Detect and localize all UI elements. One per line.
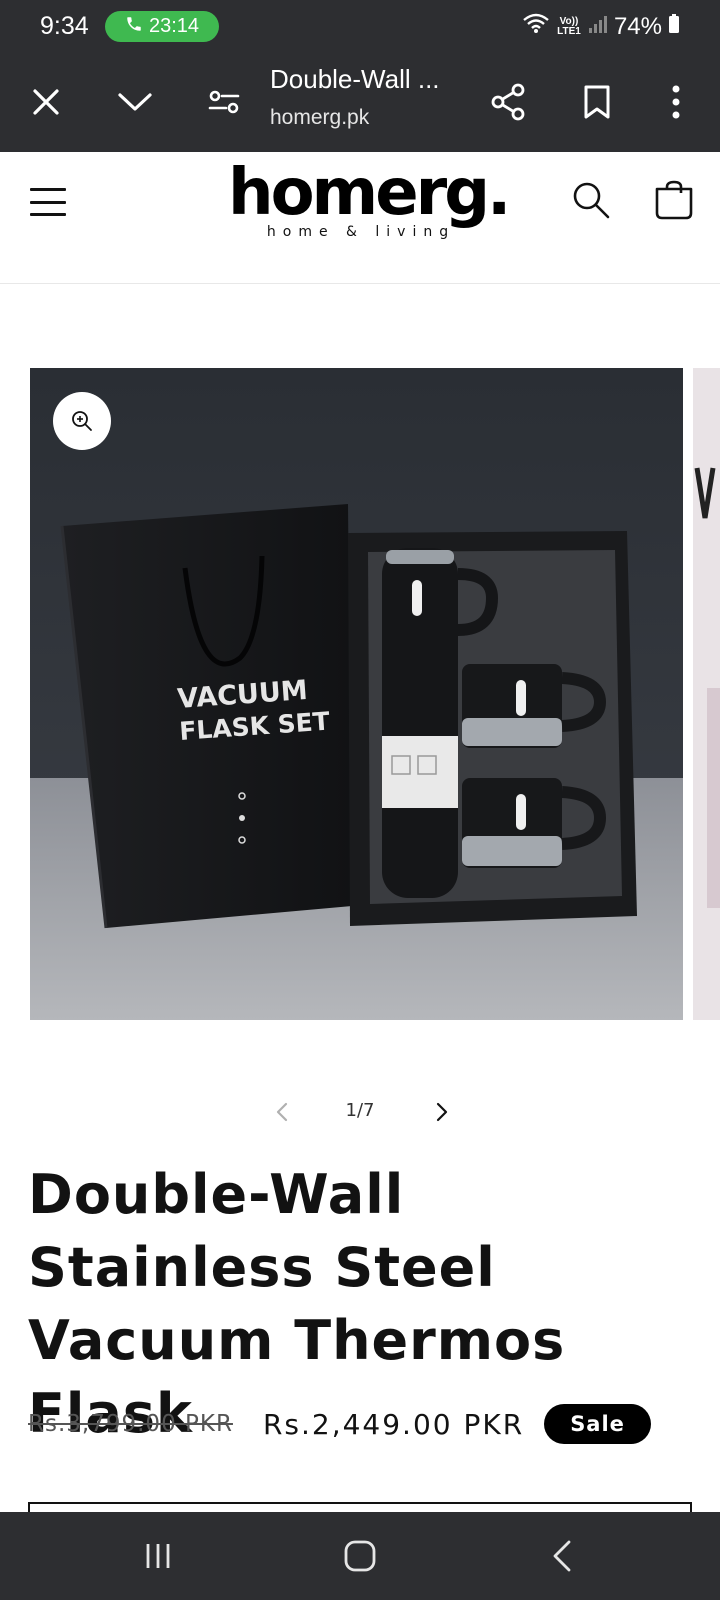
status-time: 9:34 [40,12,89,40]
system-nav-bar [0,1512,720,1600]
bookmark-icon [584,85,610,119]
logo-text: homerg. [228,156,511,230]
product-photo: VACUUM FLASK SET [30,368,683,1020]
quantity-box-edge [28,1502,692,1512]
zoom-button[interactable] [53,392,111,450]
next-image-peek[interactable] [693,368,720,1020]
more-options-button[interactable] [654,80,698,124]
logo-tagline: home & living [266,224,456,240]
phone-icon [125,15,143,39]
recents-icon [146,1544,170,1568]
wifi-icon [522,12,550,41]
ongoing-call-pill[interactable]: 23:14 [105,11,219,42]
back-button[interactable] [532,1532,592,1580]
call-timer: 23:14 [148,15,200,37]
chevron-left-icon [276,1102,288,1122]
battery-percent: 74% [613,12,662,40]
next-slide-button[interactable] [422,1090,462,1134]
back-icon [553,1540,571,1572]
slide-counter: 1/7 [345,1100,375,1121]
site-settings-button[interactable] [202,80,246,124]
bookmark-button[interactable] [575,80,619,124]
close-tab-button[interactable] [24,80,68,124]
tab-url[interactable]: homerg.pk [270,106,369,130]
status-bar: 9:34 23:14 Vo)) LTE1 74% [0,0,720,52]
gallery-slider-controls: 1/7 [0,1090,720,1134]
sale-badge: Sale [544,1404,651,1444]
browser-toolbar: Double-Wall ... homerg.pk [0,52,720,152]
chevron-right-icon [436,1102,448,1122]
volte-label: Vo)) LTE1 [557,15,581,37]
recents-button[interactable] [128,1532,188,1580]
tune-icon [208,90,240,114]
search-icon [573,182,610,219]
minimize-button[interactable] [113,80,157,124]
home-icon [344,1540,376,1572]
signal-icon [588,13,608,41]
price-row: Rs.3,799.00 PKR Rs.2,449.00 PKR Sale [28,1402,708,1446]
battery-icon [668,13,680,41]
close-icon [33,89,59,115]
status-icons: Vo)) LTE1 74% [522,12,680,41]
cart-button[interactable] [650,176,698,224]
site-logo[interactable]: homerg. home & living [228,156,511,240]
more-vertical-icon [672,85,680,119]
search-button[interactable] [567,176,615,224]
site-header: homerg. home & living [0,152,720,284]
home-button[interactable] [330,1532,390,1580]
tab-title: Double-Wall ... [270,64,440,94]
share-button[interactable] [486,80,530,124]
chevron-down-icon [118,93,152,111]
zoom-in-icon [72,411,92,431]
menu-button[interactable] [28,182,68,222]
product-image[interactable]: VACUUM FLASK SET [30,368,683,1020]
next-image-thumbnail [694,467,720,908]
sale-price: Rs.2,449.00 PKR [262,1407,525,1441]
previous-slide-button[interactable] [262,1090,302,1134]
cart-icon [655,180,693,220]
regular-price: Rs.3,799.00 PKR [28,1411,233,1437]
share-icon [491,83,525,121]
